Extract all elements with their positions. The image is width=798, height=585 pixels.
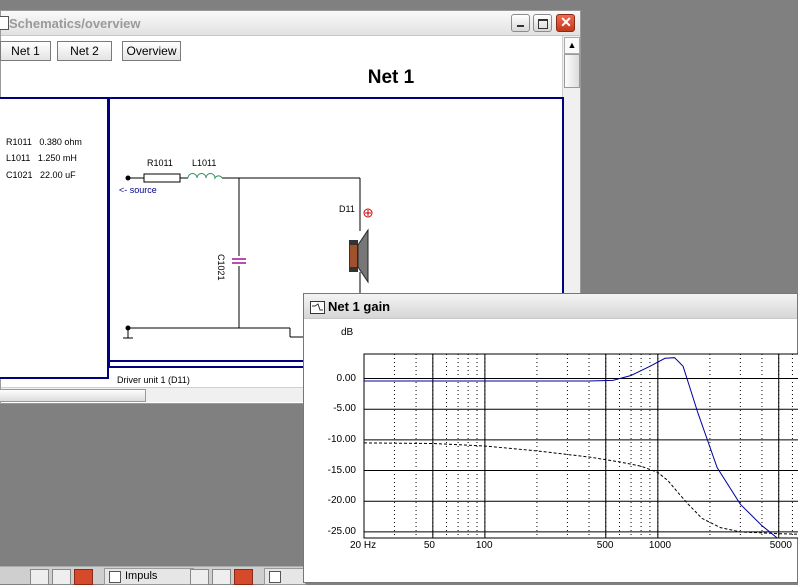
x-tick-label: 100 — [475, 540, 493, 551]
scroll-thumb[interactable] — [564, 54, 580, 88]
taskbar-item-label: Impuls — [125, 570, 158, 582]
window-app-icon — [109, 571, 121, 583]
component-row: R1011 0.380 ohm — [6, 137, 82, 147]
resistor-label: R1011 — [147, 158, 173, 168]
component-value: 22.00 uF — [40, 170, 76, 180]
capacitor-symbol[interactable] — [232, 258, 246, 264]
horizontal-scroll-thumb[interactable] — [0, 389, 146, 402]
resistor-symbol[interactable] — [143, 173, 181, 183]
minimized-window-buttons[interactable] — [30, 569, 96, 585]
source-terminal-icon[interactable] — [125, 175, 131, 181]
ground-terminal-icon[interactable] — [125, 325, 131, 331]
plot-area — [363, 353, 798, 539]
component-ref: C1021 — [6, 170, 33, 180]
window-app-icon — [269, 571, 281, 583]
y-tick-label: -5.00 — [333, 403, 356, 415]
x-tick-label: 500 — [596, 540, 614, 551]
y-tick-label: 0.00 — [336, 372, 356, 384]
x-tick-label: 20 Hz — [350, 540, 377, 551]
component-row: C1021 22.00 uF — [6, 170, 76, 180]
x-tick-label: 5000 — [769, 540, 792, 551]
minimize-icon — [517, 25, 524, 27]
y-tick-label: -20.00 — [327, 495, 356, 507]
net-heading: Net 1 — [367, 67, 415, 88]
y-tick-label: -15.00 — [327, 464, 356, 476]
y-tick-label: -25.00 — [327, 525, 356, 537]
x-tick-label: 1000 — [648, 540, 672, 551]
x-tick-label: 50 — [423, 540, 435, 551]
y-tick-label: -10.00 — [327, 433, 356, 445]
schematic-titlebar[interactable]: Schematics/overview ✕ — [0, 11, 580, 36]
net1-button[interactable]: Net 1 — [0, 41, 51, 61]
maximize-button[interactable] — [533, 14, 552, 32]
component-value: 0.380 ohm — [39, 137, 82, 147]
chart-window-icon — [310, 301, 325, 314]
gain-titlebar[interactable]: Net 1 gain — [304, 294, 797, 319]
capacitor-label: C1021 — [216, 254, 226, 281]
maximize-icon — [538, 19, 548, 29]
gain-plot[interactable] — [304, 318, 798, 583]
taskbar: Impuls — [0, 566, 306, 585]
inductor-symbol[interactable] — [187, 173, 223, 180]
component-ref: L1011 — [6, 153, 31, 163]
polarity-plus-icon — [363, 208, 373, 218]
minimized-window-buttons[interactable] — [190, 569, 260, 585]
component-value: 1.250 mH — [37, 153, 77, 163]
close-icon: ✕ — [560, 14, 572, 30]
scroll-up-arrow-icon[interactable]: ▲ — [564, 37, 580, 54]
gain-window-title: Net 1 gain — [328, 299, 391, 314]
inductor-label: L1011 — [192, 158, 217, 168]
status-text: Driver unit 1 (D11) — [117, 375, 190, 385]
source-label: <- source — [119, 185, 157, 195]
taskbar-item[interactable] — [264, 568, 306, 585]
component-list-panel: R1011 0.380 ohm L1011 1.250 mH C1021 22.… — [0, 97, 109, 379]
taskbar-item[interactable]: Impuls — [104, 568, 194, 585]
driver-label: D11 — [339, 204, 355, 214]
overview-button[interactable]: Overview — [122, 41, 181, 61]
gain-window: Net 1 gain dB 0.00 -5.00 -10.00 -15.00 -20.0… — [303, 293, 798, 583]
close-button[interactable]: ✕ — [556, 14, 575, 32]
net2-button[interactable]: Net 2 — [57, 41, 112, 61]
component-ref: R1011 — [6, 137, 32, 147]
speaker-driver-icon[interactable] — [349, 228, 369, 284]
schematic-window-title: Schematics/overview — [9, 16, 141, 31]
window-app-icon — [0, 16, 9, 30]
minimize-button[interactable] — [511, 14, 530, 32]
component-row: L1011 1.250 mH — [6, 153, 77, 163]
